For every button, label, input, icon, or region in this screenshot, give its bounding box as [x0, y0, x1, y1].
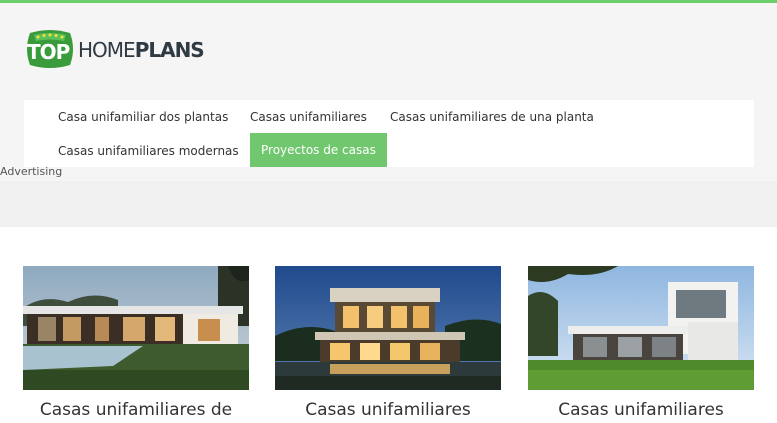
house-photo[interactable] — [275, 266, 501, 390]
logo-badge-text: TOP — [27, 40, 70, 64]
house-photo[interactable] — [528, 266, 754, 390]
logo-wordmark: HOMEPLANS — [78, 38, 205, 62]
nav-item-casas-unifamiliares-modernas[interactable]: Casas unifamiliares modernas — [47, 134, 250, 168]
site-logo[interactable]: TOP HOMEPLANS — [24, 29, 224, 71]
nav-item-proyectos-de-casas[interactable]: Proyectos de casas — [250, 133, 387, 167]
nav-item-casa-unifamiliar-dos-plantas[interactable]: Casa unifamiliar dos plantas — [47, 100, 239, 134]
advertising-area — [0, 181, 777, 227]
advertising-label: Advertising — [0, 165, 63, 178]
main-nav: Casa unifamiliar dos plantas Casas unifa… — [24, 100, 754, 167]
article-title[interactable]: Casas unifamiliares — [255, 400, 521, 420]
article-card[interactable]: Casas unifamiliares — [275, 266, 501, 420]
logo-word-bold: PLANS — [134, 38, 205, 62]
nav-item-casas-unifamiliares-una-planta[interactable]: Casas unifamiliares de una planta — [379, 100, 605, 134]
logo-word-light: HOME — [78, 38, 136, 62]
house-photo[interactable] — [23, 266, 249, 390]
article-title[interactable]: Casas unifamiliares — [508, 400, 774, 420]
article-card[interactable]: Casas unifamiliares de — [23, 266, 249, 420]
article-title[interactable]: Casas unifamiliares de — [3, 400, 269, 420]
nav-item-casas-unifamiliares[interactable]: Casas unifamiliares — [239, 100, 378, 134]
article-card[interactable]: Casas unifamiliares — [528, 266, 754, 420]
